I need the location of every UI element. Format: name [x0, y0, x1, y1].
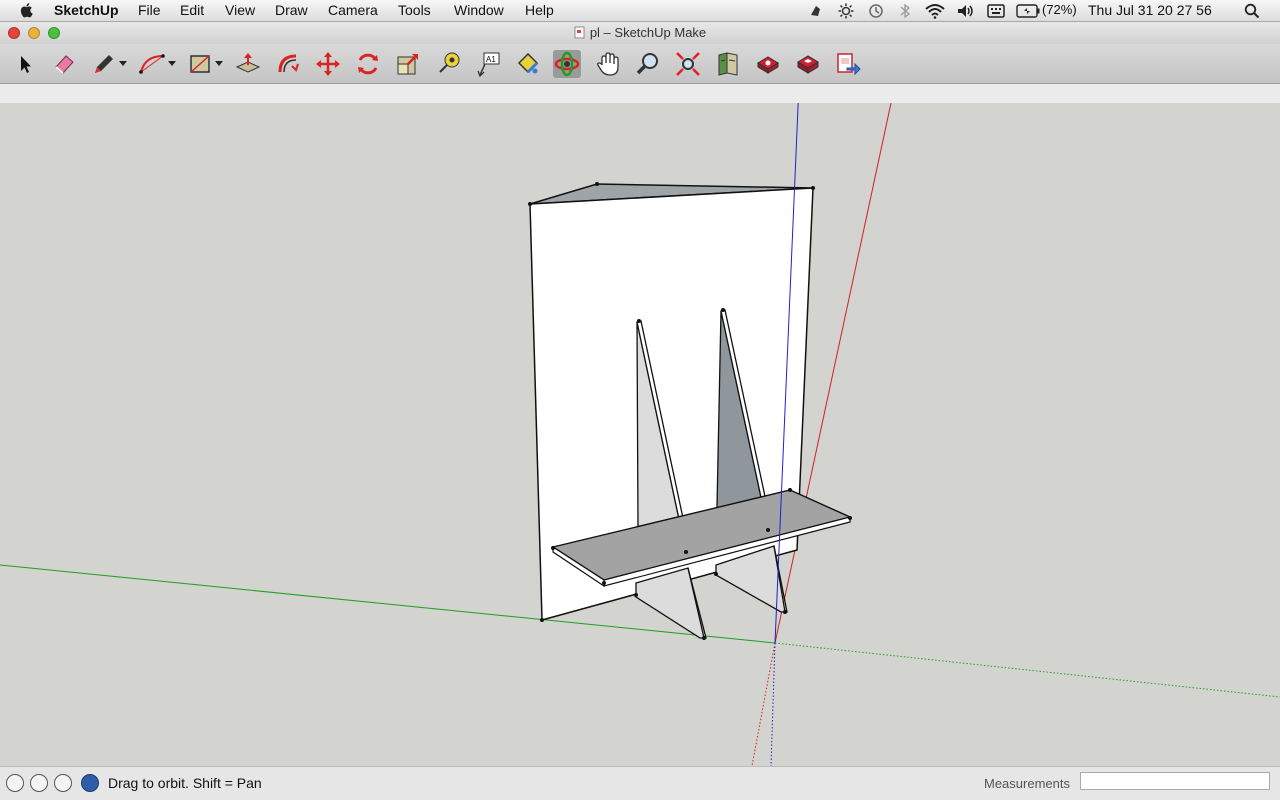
- spotlight-search-icon[interactable]: [1244, 3, 1260, 19]
- brightness-icon[interactable]: [838, 3, 854, 19]
- extension-warehouse-tool-button[interactable]: [754, 50, 782, 78]
- push-pull-icon: [235, 53, 261, 73]
- zoom-tool-button[interactable]: [634, 50, 662, 78]
- menu-camera[interactable]: Camera: [328, 2, 378, 18]
- arrow-cursor-icon: [21, 56, 31, 73]
- status-hint-text: Drag to orbit. Shift = Pan: [108, 775, 262, 791]
- pencil-tool-button[interactable]: [90, 50, 118, 78]
- share-model-tool-button[interactable]: [794, 50, 822, 78]
- pan-tool-button[interactable]: [594, 50, 622, 78]
- menu-file[interactable]: File: [138, 2, 161, 18]
- svg-text:A1: A1: [486, 55, 496, 64]
- select-tool-button[interactable]: [10, 50, 38, 78]
- paint-bucket-tool-button[interactable]: [514, 50, 542, 78]
- time-machine-icon[interactable]: [868, 3, 884, 19]
- menu-edit[interactable]: Edit: [180, 2, 204, 18]
- toolbar: A1: [0, 44, 1280, 84]
- move-tool-button[interactable]: [314, 50, 342, 78]
- rotate-icon: [358, 53, 378, 75]
- orbit-tool-button[interactable]: [553, 50, 581, 78]
- arc-tool-button[interactable]: [138, 50, 166, 78]
- tool-options-strip: [0, 84, 1280, 104]
- send-to-layout-tool-button[interactable]: [834, 50, 862, 78]
- zoom-extents-tool-button[interactable]: [674, 50, 702, 78]
- send-to-layout-icon: [837, 53, 861, 76]
- drawing-viewport[interactable]: [0, 83, 1280, 767]
- scale-icon: [397, 54, 418, 75]
- bird-extension-icon[interactable]: [808, 3, 824, 19]
- menu-view[interactable]: View: [225, 2, 255, 18]
- move-icon: [316, 52, 340, 76]
- pencil-dropdown-icon[interactable]: [119, 61, 127, 66]
- credits-info-icon[interactable]: [30, 774, 48, 792]
- menu-tools[interactable]: Tools: [398, 2, 431, 18]
- tape-measure-icon: [439, 52, 460, 73]
- rectangle-tool-button[interactable]: [186, 50, 214, 78]
- menu-bar: SketchUp File Edit View Draw Camera Tool…: [0, 0, 1280, 22]
- input-menu-icon[interactable]: [987, 3, 1005, 19]
- rectangle-icon: [190, 55, 210, 73]
- eraser-icon: [55, 55, 74, 74]
- 3d-warehouse-icon: [718, 52, 738, 76]
- help-question-icon[interactable]: [81, 774, 99, 792]
- green-axis-dotted: [774, 642, 1280, 698]
- scale-tool-button[interactable]: [394, 50, 422, 78]
- push-pull-tool-button[interactable]: [234, 50, 262, 78]
- geo-location-icon[interactable]: [6, 774, 24, 792]
- share-model-icon: [797, 55, 819, 74]
- rotate-tool-button[interactable]: [354, 50, 382, 78]
- window-title-bar: pl – SketchUp Make: [0, 22, 1280, 44]
- pencil-icon: [95, 55, 113, 73]
- menu-window[interactable]: Window: [454, 2, 504, 18]
- arc-dropdown-icon[interactable]: [168, 61, 176, 66]
- battery-percent: (72%): [1042, 2, 1077, 17]
- window-title: pl – SketchUp Make: [589, 25, 707, 40]
- document-icon: [574, 26, 585, 39]
- arc-icon: [139, 54, 165, 74]
- apple-icon[interactable]: [18, 1, 36, 19]
- offset-icon: [278, 54, 299, 73]
- menu-draw[interactable]: Draw: [275, 2, 308, 18]
- measurements-label: Measurements: [984, 776, 1070, 791]
- battery-icon[interactable]: [1016, 4, 1040, 18]
- paint-bucket-icon: [517, 52, 539, 74]
- menu-clock[interactable]: Thu Jul 31 20 27 56: [1088, 2, 1212, 18]
- zoom-extents-icon: [676, 52, 700, 76]
- shapes-dropdown-icon[interactable]: [215, 61, 223, 66]
- extension-warehouse-icon: [757, 56, 779, 74]
- text-tool-button[interactable]: A1: [474, 50, 502, 78]
- model-canvas[interactable]: [0, 83, 1280, 767]
- user-account-icon[interactable]: [54, 774, 72, 792]
- tape-measure-tool-button[interactable]: [434, 50, 462, 78]
- menu-help[interactable]: Help: [525, 2, 554, 18]
- menu-app-name[interactable]: SketchUp: [54, 2, 119, 18]
- hand-pan-icon: [597, 52, 619, 76]
- eraser-tool-button[interactable]: [50, 50, 78, 78]
- status-bar: Drag to orbit. Shift = Pan Measurements: [0, 766, 1280, 800]
- volume-icon[interactable]: [957, 3, 975, 19]
- measurements-input[interactable]: [1080, 772, 1270, 790]
- magnifier-icon: [636, 53, 658, 75]
- offset-tool-button[interactable]: [274, 50, 302, 78]
- text-label-icon: A1: [477, 52, 500, 77]
- warehouse-tool-button[interactable]: [714, 50, 742, 78]
- wifi-icon[interactable]: [924, 3, 946, 19]
- orbit-icon: [554, 51, 580, 77]
- bluetooth-icon[interactable]: [899, 3, 911, 19]
- red-axis-dotted: [751, 642, 776, 767]
